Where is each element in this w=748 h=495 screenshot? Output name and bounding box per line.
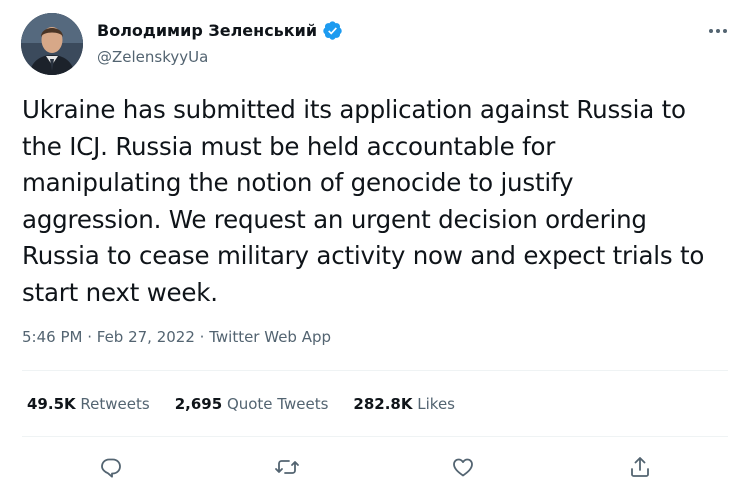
divider bbox=[22, 436, 728, 437]
tweet-date[interactable]: Feb 27, 2022 bbox=[97, 328, 195, 346]
retweets-count: 49.5K bbox=[27, 395, 76, 413]
reply-button[interactable] bbox=[97, 453, 125, 481]
avatar-portrait-image bbox=[21, 13, 83, 75]
retweets-label: Retweets bbox=[80, 395, 150, 413]
heart-icon bbox=[453, 458, 473, 477]
verified-badge-icon bbox=[322, 20, 343, 41]
share-icon bbox=[631, 457, 649, 477]
quote-tweets-count: 2,695 bbox=[174, 395, 223, 413]
more-options-icon[interactable] bbox=[706, 19, 730, 43]
like-button[interactable] bbox=[449, 453, 477, 481]
retweets-stat[interactable]: 49.5K Retweets bbox=[27, 395, 150, 413]
meta-separator: · bbox=[82, 328, 97, 346]
retweet-button[interactable] bbox=[273, 453, 301, 481]
avatar[interactable] bbox=[21, 13, 83, 75]
meta-separator: · bbox=[194, 328, 210, 346]
author-handle[interactable]: @ZelenskyyUa bbox=[97, 48, 208, 66]
tweet-meta: 5:46 PM · Feb 27, 2022 · Twitter Web App bbox=[22, 328, 331, 346]
tweet-text: Ukraine has submitted its application ag… bbox=[22, 95, 705, 307]
divider bbox=[22, 370, 728, 371]
likes-label: Likes bbox=[417, 395, 456, 413]
author-display-name[interactable]: Володимир Зеленський bbox=[97, 21, 317, 40]
quote-tweets-label: Quote Tweets bbox=[226, 395, 329, 413]
reply-icon bbox=[101, 458, 121, 478]
share-button[interactable] bbox=[626, 453, 654, 481]
quote-tweets-stat[interactable]: 2,695 Quote Tweets bbox=[175, 395, 329, 413]
likes-stat[interactable]: 282.8K Likes bbox=[353, 395, 455, 413]
tweet-source[interactable]: Twitter Web App bbox=[209, 328, 331, 346]
tweet-time[interactable]: 5:46 PM bbox=[22, 328, 82, 346]
retweet-icon bbox=[275, 460, 299, 474]
tweet-actions bbox=[0, 453, 748, 481]
author-name-row: Володимир Зеленський bbox=[97, 20, 343, 41]
likes-count: 282.8K bbox=[353, 395, 413, 413]
tweet-stats: 49.5K Retweets 2,695 Quote Tweets 282.8K… bbox=[27, 395, 455, 413]
